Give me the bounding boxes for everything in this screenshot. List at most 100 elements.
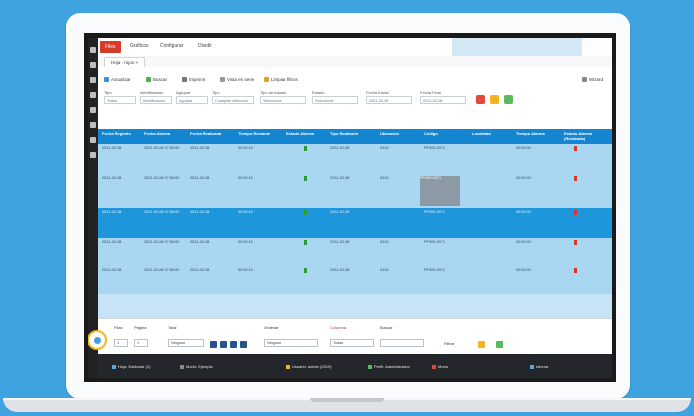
sort-select[interactable]: Ninguno	[264, 339, 318, 347]
column-header[interactable]: Estado Alarma (Realizada)	[564, 131, 612, 141]
status-item[interactable]: Idioma	[530, 364, 548, 369]
series-view-button[interactable]: Vista en serie	[220, 75, 254, 85]
cell: 2021-02-08	[330, 268, 350, 272]
cell: 2021-02-08	[102, 146, 122, 150]
tool-icon-8[interactable]	[90, 152, 96, 158]
cell: 00:00:00	[516, 176, 531, 180]
menu-graficos[interactable]: Gráficos	[130, 43, 149, 49]
cell: 00:00:15	[238, 268, 253, 272]
filter-input-1[interactable]: Identificación	[140, 96, 172, 104]
cell: 2410	[380, 176, 389, 180]
app-logo	[88, 330, 107, 350]
tool-icon-3[interactable]	[90, 77, 96, 83]
cell: 00:00:15	[238, 210, 253, 214]
clear-filters-button[interactable]: Limpiar filtros	[264, 75, 298, 85]
refresh-icon	[104, 77, 109, 82]
menu-dividir[interactable]: Dividir	[198, 43, 212, 49]
cell: 2021-02-08	[190, 176, 210, 180]
menu-configurar[interactable]: Configurar	[160, 43, 183, 49]
status-item[interactable]: Perfil: Administrador	[368, 364, 410, 369]
column-select[interactable]: Todas	[330, 339, 374, 347]
filter-label-6: Fecha Inicial	[366, 90, 389, 95]
refresh-button[interactable]: Actualizar	[104, 75, 131, 85]
table-row[interactable]: 2021-02-08 2021-02-08 07:55:00 2021-02-0…	[98, 174, 612, 209]
highlight-cell[interactable]: PP405-0071	[420, 176, 460, 206]
filter-icon	[264, 77, 269, 82]
print-button[interactable]: Imprimir	[182, 75, 205, 85]
filter-input-7[interactable]: 2021-02-08	[420, 96, 466, 104]
status-item[interactable]: Hoja: Estándar (1)	[112, 364, 150, 369]
column-header[interactable]: Estado Alarma	[286, 131, 314, 136]
first-page-button[interactable]	[210, 341, 217, 348]
tool-icon-6[interactable]	[90, 122, 96, 128]
file-menu-button[interactable]: Files	[100, 41, 121, 53]
cell: 2021-02-08	[330, 146, 350, 150]
filter-apply-icon[interactable]	[478, 341, 485, 348]
close-icon[interactable]: ×	[135, 60, 138, 65]
search-button[interactable]: Buscar	[146, 75, 167, 85]
table-row-selected[interactable]: 2021-02-08 2021-02-08 07:55:00 2021-02-0…	[98, 208, 612, 239]
last-page-button[interactable]	[240, 341, 247, 348]
cell: PP405-0071	[424, 240, 446, 244]
column-header[interactable]: Tipo Realizado	[330, 131, 358, 136]
status-item[interactable]: Modo	[432, 364, 448, 369]
filter-input-5[interactable]: Seleccione	[312, 96, 358, 104]
column-header[interactable]: Fecha Alarma	[144, 131, 170, 136]
filter-input-3[interactable]: Cualquier selección	[212, 96, 254, 104]
laptop-notch	[310, 398, 384, 402]
table-row[interactable]: 2021-02-08 2021-02-08 07:55:00 2021-02-0…	[98, 144, 612, 175]
status-bar: Hoja: Estándar (1) Modo: Ejemplo Usuario…	[98, 354, 612, 378]
filter-label-4: Tipo de estado	[260, 90, 287, 95]
search-field[interactable]	[380, 339, 424, 347]
clear-icon[interactable]	[490, 95, 499, 104]
cell: PP405-0071	[424, 268, 446, 272]
cell: 00:00:00	[516, 146, 531, 150]
rows-input[interactable]: 1	[114, 339, 128, 347]
column-header[interactable]: Fecha Registro	[102, 131, 131, 136]
status-red-icon	[574, 146, 577, 152]
apply-icon[interactable]	[504, 95, 513, 104]
table-row[interactable]: 2021-02-08 2021-02-08 07:55:00 2021-02-0…	[98, 238, 612, 267]
cell: 2410	[380, 268, 389, 272]
status-green-icon	[304, 268, 307, 274]
column-header[interactable]: Tiempo Alarma	[516, 131, 545, 136]
tool-icon-5[interactable]	[90, 107, 96, 113]
rows-label: Filas	[114, 325, 123, 330]
page-input[interactable]: 1	[134, 339, 148, 347]
cell: 2021-02-08 07:55:00	[144, 240, 180, 244]
filter-input-6[interactable]: 2021-02-08	[366, 96, 412, 104]
status-item[interactable]: Usuario: admin (2019)	[286, 364, 332, 369]
prev-page-button[interactable]	[220, 341, 227, 348]
column-header[interactable]: Localidad	[472, 131, 491, 136]
filter-input-2[interactable]: Agrupar	[176, 96, 208, 104]
tool-icon-7[interactable]	[90, 137, 96, 143]
status-green-icon	[304, 240, 307, 246]
tool-icon-4[interactable]	[90, 92, 96, 98]
cell: 2021-02-08	[190, 146, 210, 150]
next-page-button[interactable]	[230, 341, 237, 348]
cell: 2021-02-08	[330, 176, 350, 180]
language-icon	[530, 365, 534, 369]
cell: 2021-02-08	[330, 240, 350, 244]
filter-input-0[interactable]: Todos	[104, 96, 136, 104]
tool-icon-1[interactable]	[90, 47, 96, 53]
cell: 00:00:00	[516, 268, 531, 272]
export-icon[interactable]	[496, 341, 503, 348]
wizard-button[interactable]: Wizard	[582, 75, 603, 85]
cell: 2021-02-08 07:55:00	[144, 176, 180, 180]
sheet-icon	[112, 365, 116, 369]
column-header[interactable]: Fecha Realizada	[190, 131, 221, 136]
page-label: Página	[134, 325, 147, 330]
calendar-icon[interactable]	[476, 95, 485, 104]
status-item[interactable]: Modo: Ejemplo	[180, 364, 213, 369]
column-header[interactable]: Código	[424, 131, 438, 136]
cell: 2021-02-08	[102, 210, 122, 214]
table-row[interactable]: 2021-02-08 2021-02-08 07:55:00 2021-02-0…	[98, 266, 612, 295]
filter-input-4[interactable]: Seleccione	[260, 96, 306, 104]
cell: 2021-02-08 07:55:00	[144, 268, 180, 272]
total-select[interactable]: Ninguno	[168, 339, 204, 347]
column-header[interactable]: Tiempo Restante	[238, 131, 270, 136]
column-header[interactable]: Ubicación	[380, 131, 399, 136]
tool-icon-2[interactable]	[90, 62, 96, 68]
top-menu-bar: Files Gráficos Configurar Dividir	[98, 38, 612, 84]
